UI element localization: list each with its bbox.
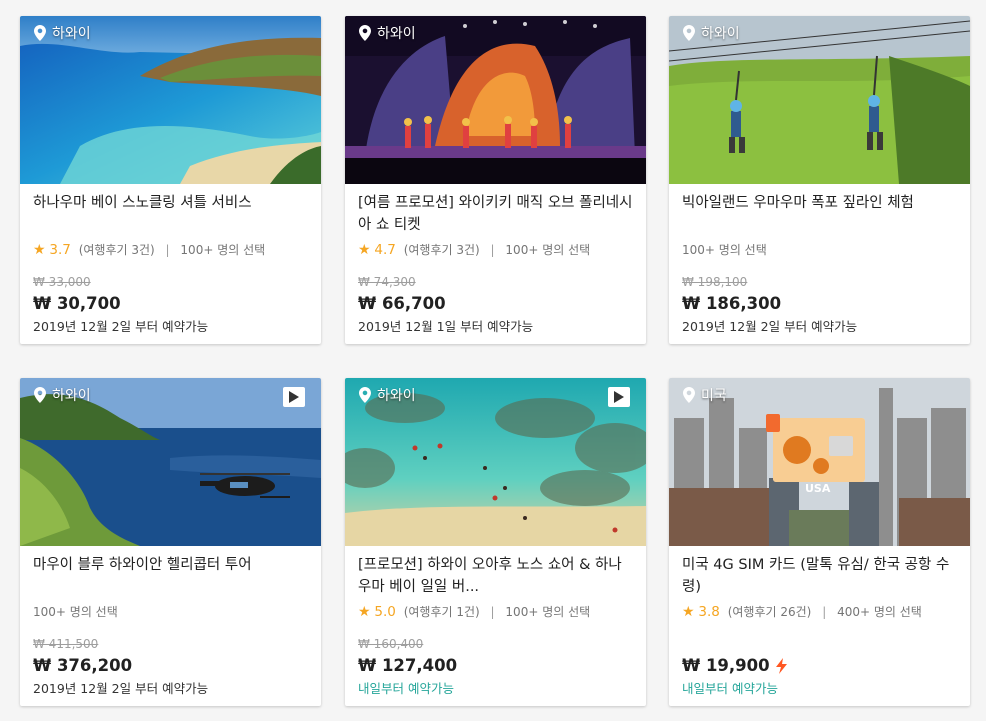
activity-card[interactable]: 하와이 하나우마 베이 스노클링 셔틀 서비스 ★ 3.7 (여행후기 3건) … [20,16,321,344]
activity-card[interactable]: USA 미국 미국 4G SIM 카드 (말톡 유심/ 한국 공항 수령) ★ … [669,378,970,706]
availability-text: 2019년 12월 2일 부터 예약가능 [33,319,209,334]
divider: | [490,243,495,257]
activity-card[interactable]: 하와이 [여름 프로모션] 와이키키 매직 오브 폴리네시아 쇼 티켓 ★ 4.… [345,16,646,344]
card-image: 하와이 [20,16,321,184]
activity-title[interactable]: 마우이 블루 하와이안 헬리콥터 투어 [33,554,308,598]
popularity-count: 100+ 명의 선택 [180,243,266,257]
star-icon: ★ [33,242,46,258]
card-image: USA 미국 [669,378,970,546]
play-icon [289,391,299,403]
sale-price: ₩ 376,200 [33,655,308,677]
rating-value: 3.7 [49,242,71,258]
rating-row: ★ 3.7 (여행후기 3건) | 100+ 명의 선택 [33,240,308,260]
sale-price-value: ₩ 376,200 [33,656,133,675]
popularity-count: 100+ 명의 선택 [33,605,118,619]
divider: | [822,605,827,619]
activity-title[interactable]: [프로모션] 하와이 오아후 노스 쇼어 & 하나우마 베이 일일 버... [358,554,633,598]
location-label: 하와이 [701,26,740,42]
divider: | [490,605,495,619]
sale-price: ₩ 66,700 [358,293,633,315]
sale-price-value: ₩ 127,400 [358,656,458,675]
star-icon: ★ [358,604,371,620]
sale-price-value: ₩ 186,300 [682,294,782,313]
location-tag: 하와이 [34,385,91,405]
sale-price: ₩ 186,300 [682,293,957,315]
location-tag: 미국 [683,385,727,405]
location-tag: 하와이 [683,23,740,43]
review-count: (여행후기 1건) [403,605,480,619]
popularity-count: 100+ 명의 선택 [505,605,591,619]
activity-title[interactable]: [여름 프로모션] 와이키키 매직 오브 폴리네시아 쇼 티켓 [358,192,633,236]
sale-price-value: ₩ 30,700 [33,294,121,313]
sale-price: ₩ 127,400 [358,655,633,677]
star-icon: ★ [358,242,371,258]
location-label: 하와이 [52,26,91,42]
rating-value: 4.7 [374,242,396,258]
activity-grid: 하와이 하나우마 베이 스노클링 셔틀 서비스 ★ 3.7 (여행후기 3건) … [0,0,986,721]
rating-value: 3.8 [698,604,720,620]
location-tag: 하와이 [34,23,91,43]
availability-text: 2019년 12월 1일 부터 예약가능 [358,319,534,334]
activity-card[interactable]: 하와이 마우이 블루 하와이안 헬리콥터 투어 100+ 명의 선택 ₩ 411… [20,378,321,706]
availability-text: 2019년 12월 2일 부터 예약가능 [682,319,858,334]
sale-price-value: ₩ 19,900 [682,656,770,675]
rating-row: 100+ 명의 선택 [33,602,308,622]
divider: | [165,243,170,257]
card-image: 하와이 [345,16,646,184]
location-label: 하와이 [52,388,91,404]
sale-price: ₩ 30,700 [33,293,308,315]
card-image: 하와이 [669,16,970,184]
original-price: ₩ 411,500 [33,637,99,651]
play-video-button[interactable] [283,387,305,407]
map-pin-icon [359,387,371,403]
availability-text: 2019년 12월 2일 부터 예약가능 [33,681,209,696]
original-price: ₩ 160,400 [358,637,424,651]
location-tag: 하와이 [359,23,416,43]
card-image: 하와이 [20,378,321,546]
location-tag: 하와이 [359,385,416,405]
activity-title[interactable]: 빅아일랜드 우마우마 폭포 짚라인 체험 [682,192,957,236]
map-pin-icon [359,25,371,41]
popularity-count: 100+ 명의 선택 [505,243,591,257]
play-video-button[interactable] [608,387,630,407]
original-price: ₩ 33,000 [33,275,91,289]
rating-row: 100+ 명의 선택 [682,240,957,260]
location-label: 하와이 [377,388,416,404]
rating-value: 5.0 [374,604,396,620]
activity-card[interactable]: 하와이 [프로모션] 하와이 오아후 노스 쇼어 & 하나우마 베이 일일 버.… [345,378,646,706]
lightning-bolt-icon [775,658,787,674]
popularity-count: 400+ 명의 선택 [837,605,922,619]
review-count: (여행후기 3건) [78,243,155,257]
sim-usa-label: USA [805,482,831,495]
star-icon: ★ [682,604,695,620]
availability-text: 내일부터 예약가능 [682,681,778,696]
review-count: (여행후기 3건) [403,243,480,257]
location-label: 미국 [701,388,727,404]
location-label: 하와이 [377,26,416,42]
map-pin-icon [34,25,46,41]
popularity-count: 100+ 명의 선택 [682,243,767,257]
sale-price-value: ₩ 66,700 [358,294,446,313]
rating-row: ★ 4.7 (여행후기 3건) | 100+ 명의 선택 [358,240,633,260]
map-pin-icon [34,387,46,403]
play-icon [614,391,624,403]
original-price: ₩ 198,100 [682,275,748,289]
activity-card[interactable]: 하와이 빅아일랜드 우마우마 폭포 짚라인 체험 100+ 명의 선택 ₩ 19… [669,16,970,344]
activity-title[interactable]: 하나우마 베이 스노클링 셔틀 서비스 [33,192,308,236]
map-pin-icon [683,387,695,403]
sale-price: ₩ 19,900 [682,655,957,677]
activity-title[interactable]: 미국 4G SIM 카드 (말톡 유심/ 한국 공항 수령) [682,554,957,598]
rating-row: ★ 5.0 (여행후기 1건) | 100+ 명의 선택 [358,602,633,622]
card-image: 하와이 [345,378,646,546]
original-price-placeholder [682,636,957,652]
review-count: (여행후기 26건) [727,605,812,619]
rating-row: ★ 3.8 (여행후기 26건) | 400+ 명의 선택 [682,602,957,622]
map-pin-icon [683,25,695,41]
original-price: ₩ 74,300 [358,275,416,289]
availability-text: 내일부터 예약가능 [358,681,454,696]
